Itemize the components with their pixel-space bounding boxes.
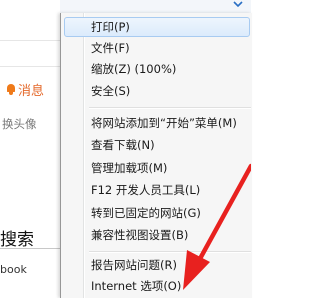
- menu-item-pinned-sites[interactable]: 转到已固定的网站(G): [64, 203, 250, 223]
- menu-item-print[interactable]: 打印(P): [64, 17, 250, 37]
- menu-item-view-downloads[interactable]: 查看下载(N): [64, 135, 250, 155]
- message-link[interactable]: 消息: [18, 80, 44, 99]
- search-button[interactable]: 搜索: [0, 225, 34, 250]
- bell-icon: [6, 84, 16, 95]
- menu-separator: [89, 251, 251, 253]
- menu-item-safety[interactable]: 安全(S): [64, 81, 250, 101]
- menu-item-f12-devtools[interactable]: F12 开发人员工具(L): [64, 180, 250, 200]
- tools-menu: 打印(P) 文件(F) 缩放(Z) (100%) 安全(S) 将网站添加到“开始…: [60, 13, 252, 298]
- menu-item-report-problems[interactable]: 报告网站问题(R): [64, 255, 250, 275]
- background-webpage: 消息 换头像 搜索 book: [0, 0, 60, 298]
- book-link[interactable]: book: [0, 263, 27, 276]
- chevron-down-icon[interactable]: [232, 0, 244, 9]
- menu-item-zoom[interactable]: 缩放(Z) (100%): [64, 59, 250, 79]
- divider: [0, 66, 60, 67]
- menu-item-manage-addons[interactable]: 管理加载项(M): [64, 158, 250, 178]
- menu-item-internet-options[interactable]: Internet 选项(O): [64, 276, 250, 296]
- menu-item-compat-view[interactable]: 兼容性视图设置(B): [64, 225, 250, 245]
- menu-item-add-to-start[interactable]: 将网站添加到“开始”菜单(M): [64, 113, 250, 133]
- change-avatar-link[interactable]: 换头像: [2, 116, 37, 132]
- menu-item-file[interactable]: 文件(F): [64, 38, 250, 58]
- menu-separator: [89, 107, 251, 109]
- divider: [0, 40, 60, 41]
